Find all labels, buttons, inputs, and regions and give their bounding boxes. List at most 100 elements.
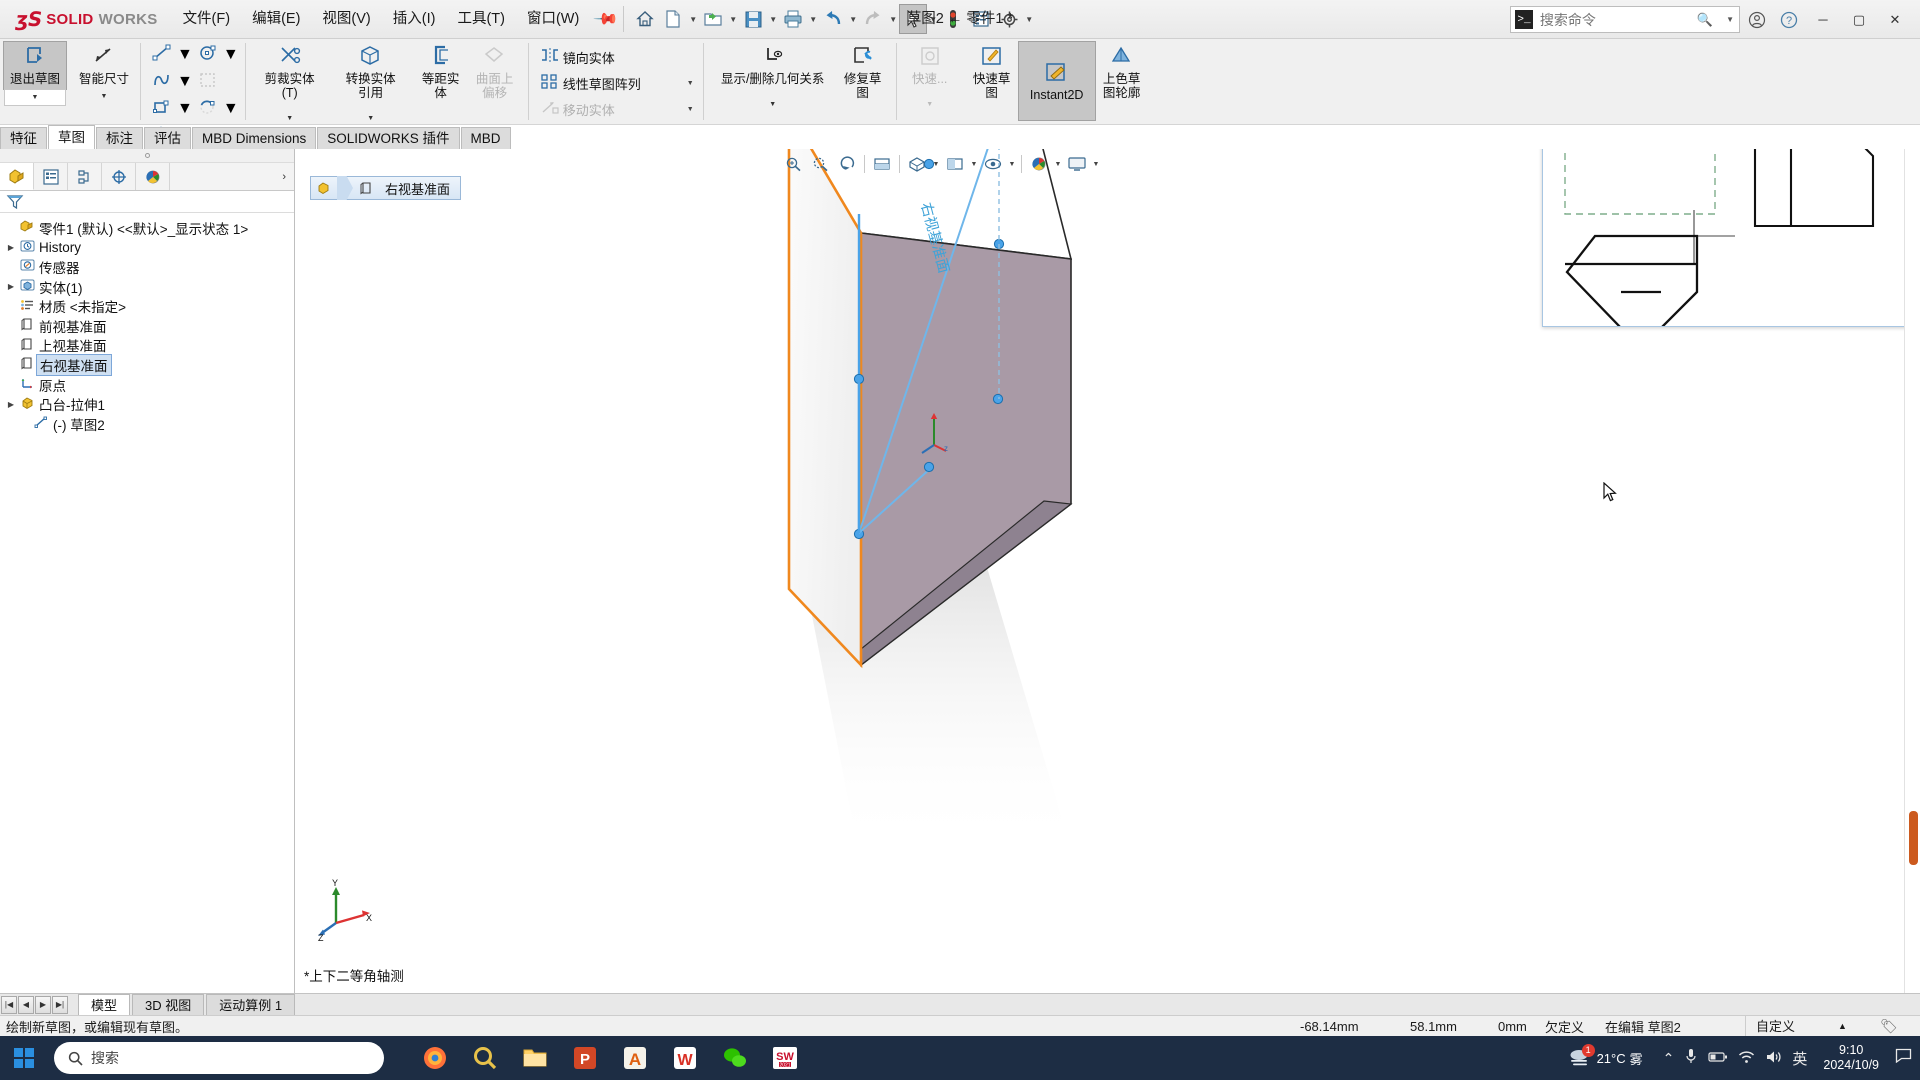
- maximize-button[interactable]: ▢: [1842, 5, 1876, 35]
- weather-widget[interactable]: 1 21°C 雾: [1567, 1043, 1643, 1071]
- graphics-viewport[interactable]: ▼ ▼ ▼ ▼ ▼ 右视基准面 右视基准面 z Y X Z *上下二等角轴测: [296, 149, 1920, 993]
- arc-dropdown-caret[interactable]: ▼: [223, 100, 239, 118]
- taskbar-search-box[interactable]: 搜索: [54, 1042, 384, 1074]
- view-orientation-icon[interactable]: [904, 152, 930, 176]
- spline-tool[interactable]: [147, 69, 177, 95]
- rectangle-tool[interactable]: [147, 96, 177, 122]
- display-delete-relations-button[interactable]: 显示/删除几何关系: [710, 42, 836, 89]
- search-icon[interactable]: 🔍: [1697, 12, 1719, 28]
- exit-sketch-button[interactable]: 退出草图: [3, 41, 67, 90]
- arc-tool[interactable]: [193, 96, 223, 122]
- ai-app-taskbar-icon[interactable]: A: [610, 1036, 660, 1080]
- zoom-to-fit-icon[interactable]: [780, 152, 806, 176]
- redo-icon[interactable]: [859, 4, 887, 34]
- offset-entities-button[interactable]: 等距实体: [414, 42, 468, 103]
- trim-dropdown[interactable]: ▼: [286, 115, 293, 122]
- show-hidden-icons-chevron[interactable]: ⌃: [1661, 1050, 1677, 1067]
- menu-tools[interactable]: 工具(T): [446, 0, 516, 39]
- tab-markup[interactable]: 标注: [96, 127, 143, 149]
- graphics-vertical-scrollbar[interactable]: [1904, 149, 1920, 993]
- tab-3d-views[interactable]: 3D 视图: [132, 994, 205, 1015]
- settings-dropdown-caret[interactable]: ▼: [1023, 4, 1035, 34]
- hide-show-caret[interactable]: ▼: [1007, 161, 1017, 168]
- search-input[interactable]: [1539, 11, 1690, 28]
- open-dropdown-caret[interactable]: ▼: [727, 4, 739, 34]
- close-button[interactable]: ✕: [1878, 5, 1912, 35]
- configuration-manager-tab[interactable]: [68, 163, 102, 190]
- save-dropdown-caret[interactable]: ▼: [767, 4, 779, 34]
- prev-tab-button[interactable]: ◀: [18, 995, 34, 1014]
- line-dropdown-caret[interactable]: ▼: [177, 46, 193, 64]
- select-dropdown-caret[interactable]: ▼: [927, 4, 939, 34]
- next-tab-button[interactable]: ▶: [35, 995, 51, 1014]
- dimxpert-manager-tab[interactable]: [102, 163, 136, 190]
- appearances-icon[interactable]: [1026, 152, 1052, 176]
- options-list-icon[interactable]: [967, 4, 995, 34]
- feature-manager-tab[interactable]: [0, 163, 34, 190]
- last-tab-button[interactable]: ▶|: [52, 995, 68, 1014]
- file-explorer-taskbar-icon[interactable]: [510, 1036, 560, 1080]
- settings-gear-icon[interactable]: [995, 4, 1023, 34]
- linear-pattern-caret[interactable]: ▼: [679, 80, 694, 87]
- scene-icon[interactable]: [1064, 152, 1090, 176]
- tree-item-front-plane[interactable]: 前视基准面: [4, 316, 294, 336]
- tree-root-part[interactable]: 零件1 (默认) <<默认>_显示状态 1>: [4, 218, 294, 238]
- volume-icon[interactable]: [1763, 1050, 1784, 1067]
- tree-item-origin[interactable]: 原点: [4, 375, 294, 395]
- menu-edit[interactable]: 编辑(E): [241, 0, 311, 39]
- shaded-sketch-contours-button[interactable]: 上色草图轮廓: [1095, 42, 1149, 103]
- panel-split-grip[interactable]: [0, 149, 294, 163]
- redo-dropdown-caret[interactable]: ▼: [887, 4, 899, 34]
- status-caret-icon[interactable]: ▲: [1838, 1021, 1847, 1031]
- convert-dropdown[interactable]: ▼: [367, 115, 374, 122]
- display-style-caret[interactable]: ▼: [969, 161, 979, 168]
- wps-taskbar-icon[interactable]: W: [660, 1036, 710, 1080]
- new-document-dropdown-caret[interactable]: ▼: [687, 4, 699, 34]
- tab-evaluate[interactable]: 评估: [144, 127, 191, 149]
- minimize-button[interactable]: ─: [1806, 5, 1840, 35]
- search-caret-icon[interactable]: ▼: [1726, 15, 1739, 24]
- command-search-box[interactable]: >_ 🔍 ▼: [1510, 6, 1740, 33]
- property-manager-tab[interactable]: [34, 163, 68, 190]
- repair-sketch-button[interactable]: 修复草图: [836, 42, 890, 103]
- status-tag-icon[interactable]: 🏷: [1880, 1018, 1898, 1035]
- line-tool[interactable]: [147, 42, 177, 68]
- tree-item-sensors[interactable]: 传感器: [4, 257, 294, 277]
- home-icon[interactable]: [631, 4, 659, 34]
- hide-show-items-icon[interactable]: [980, 152, 1006, 176]
- first-tab-button[interactable]: |◀: [1, 995, 17, 1014]
- tab-solidworks-addins[interactable]: SOLIDWORKS 插件: [317, 127, 460, 149]
- rebuild-traffic-light-icon[interactable]: [939, 4, 967, 34]
- solidworks-taskbar-icon[interactable]: SW 2021: [760, 1036, 810, 1080]
- tree-item-material[interactable]: 材质 <未指定>: [4, 296, 294, 316]
- spline-dropdown-caret[interactable]: ▼: [177, 73, 193, 91]
- zoom-to-area-icon[interactable]: [807, 152, 833, 176]
- notification-center-icon[interactable]: [1893, 1048, 1914, 1068]
- taskbar-clock[interactable]: 9:10 2024/10/9: [1815, 1043, 1887, 1073]
- instant2d-button[interactable]: Instant2D: [1017, 41, 1096, 121]
- menu-window[interactable]: 窗口(W): [516, 0, 590, 39]
- reference-drawing-panel[interactable]: [1542, 149, 1920, 330]
- tab-features[interactable]: 特征: [0, 127, 47, 149]
- tree-item-history[interactable]: ▶ History: [4, 238, 294, 258]
- relations-dropdown[interactable]: ▼: [769, 101, 776, 108]
- battery-icon[interactable]: [1706, 1050, 1730, 1066]
- circle-dropdown-caret[interactable]: ▼: [223, 46, 239, 64]
- display-manager-tab[interactable]: [136, 163, 170, 190]
- scene-caret[interactable]: ▼: [1091, 161, 1101, 168]
- appearances-caret[interactable]: ▼: [1053, 161, 1063, 168]
- rapid-sketch-button[interactable]: 快速草图: [965, 42, 1019, 103]
- microphone-icon[interactable]: [1682, 1048, 1700, 1068]
- scrollbar-thumb[interactable]: [1909, 811, 1918, 865]
- mirror-entities-row[interactable]: 镜向实体: [535, 44, 618, 70]
- tab-sketch[interactable]: 草图: [48, 125, 95, 149]
- tree-item-sketch2[interactable]: (-) 草图2: [4, 414, 294, 434]
- search-taskbar-icon[interactable]: [460, 1036, 510, 1080]
- menu-file[interactable]: 文件(F): [172, 0, 242, 39]
- tab-mbd[interactable]: MBD: [460, 127, 511, 149]
- print-icon[interactable]: [779, 4, 807, 34]
- rectangle-dropdown-caret[interactable]: ▼: [177, 100, 193, 118]
- linear-sketch-pattern-row[interactable]: 线性草图阵列 ▼: [535, 70, 697, 96]
- tab-mbd-dimensions[interactable]: MBD Dimensions: [192, 127, 317, 149]
- boss-extrude-expander[interactable]: ▶: [4, 400, 18, 409]
